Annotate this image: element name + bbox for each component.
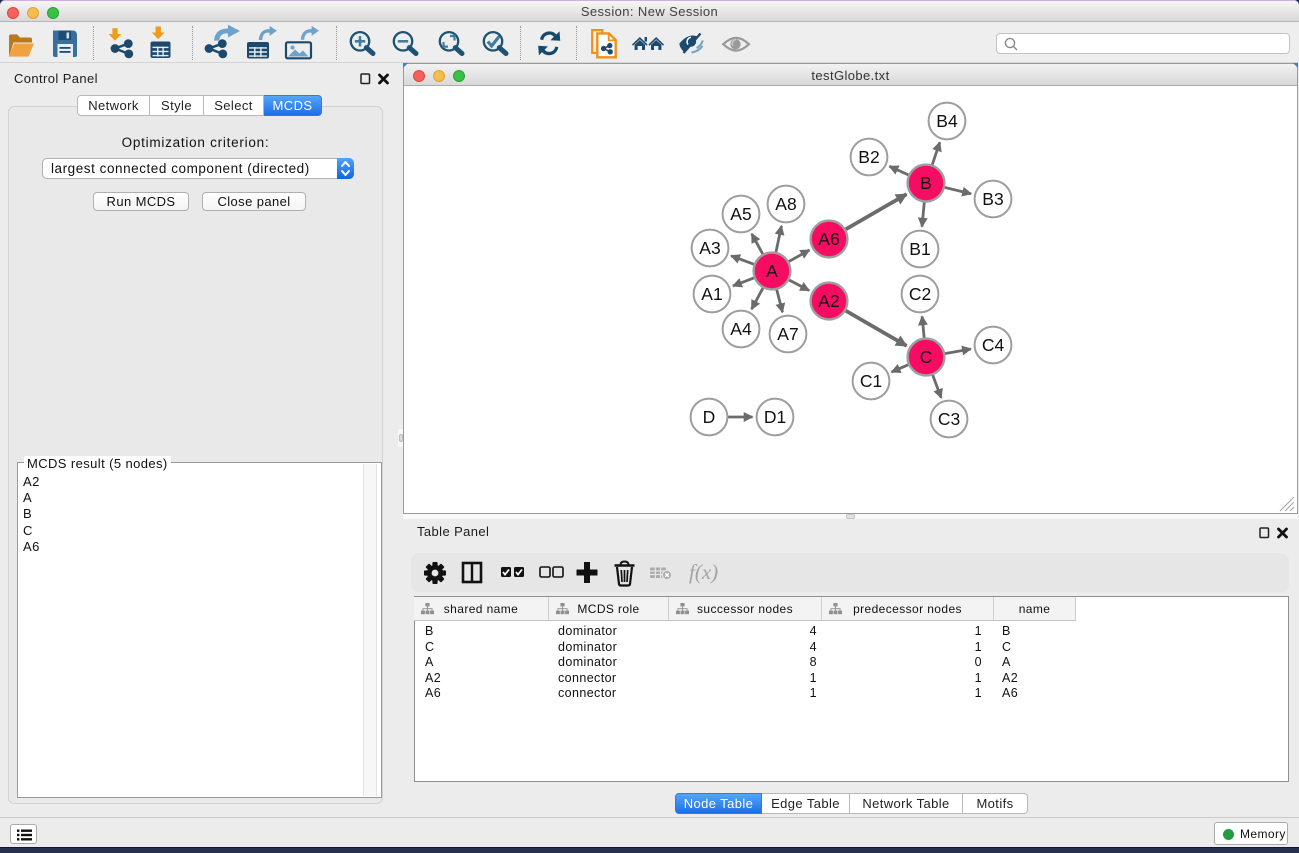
svg-text:A8: A8 bbox=[775, 194, 796, 214]
svg-text:D: D bbox=[703, 407, 716, 427]
svg-text:A: A bbox=[766, 261, 778, 281]
svg-text:C1: C1 bbox=[860, 371, 882, 391]
svg-text:C4: C4 bbox=[982, 335, 1005, 355]
svg-text:B4: B4 bbox=[936, 111, 958, 131]
svg-text:f(x): f(x) bbox=[689, 560, 718, 584]
svg-text:B: B bbox=[920, 173, 932, 193]
svg-text:A7: A7 bbox=[777, 324, 798, 344]
svg-text:B3: B3 bbox=[982, 189, 1003, 209]
svg-text:C2: C2 bbox=[909, 284, 931, 304]
svg-text:C: C bbox=[920, 347, 933, 367]
svg-text:C3: C3 bbox=[938, 409, 960, 429]
svg-text:A2: A2 bbox=[818, 291, 839, 311]
svg-text:B1: B1 bbox=[909, 239, 930, 259]
svg-text:A5: A5 bbox=[730, 204, 751, 224]
svg-text:A6: A6 bbox=[818, 229, 839, 249]
svg-text:D1: D1 bbox=[764, 407, 786, 427]
svg-text:A1: A1 bbox=[701, 284, 722, 304]
svg-text:B2: B2 bbox=[858, 147, 879, 167]
svg-text:A4: A4 bbox=[730, 319, 752, 339]
svg-text:A3: A3 bbox=[699, 238, 720, 258]
